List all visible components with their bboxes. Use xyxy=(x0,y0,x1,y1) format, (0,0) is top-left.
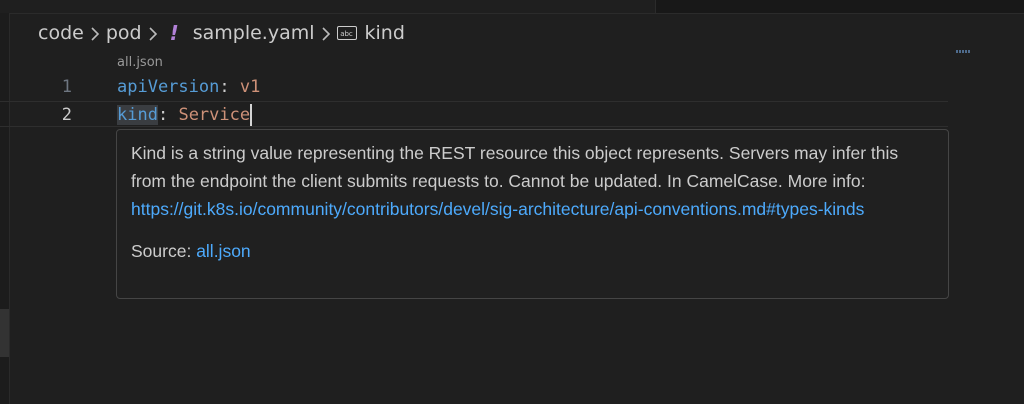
code-content[interactable]: kind: Service xyxy=(117,102,253,128)
chevron-right-icon xyxy=(317,23,335,44)
hover-source: Source: all.json xyxy=(131,237,934,265)
chevron-right-icon xyxy=(144,23,162,44)
code-line-current[interactable]: 2 kind: Service xyxy=(0,101,948,127)
string-symbol-icon: abc xyxy=(336,26,357,40)
yaml-key: apiVersion xyxy=(117,77,220,97)
tab-bar xyxy=(0,0,1024,14)
text-cursor xyxy=(250,104,253,126)
breadcrumb-file[interactable]: sample.yaml xyxy=(193,22,315,44)
editor-window: code pod ! sample.yaml abc kind all.json… xyxy=(0,0,1024,404)
hover-description: Kind is a string value representing the … xyxy=(131,143,899,191)
breadcrumb-folder-pod[interactable]: pod xyxy=(106,22,142,44)
hover-tooltip: Kind is a string value representing the … xyxy=(116,129,949,299)
code-content[interactable]: apiVersion: v1 xyxy=(117,74,260,100)
hover-description-block: Kind is a string value representing the … xyxy=(131,139,934,223)
chevron-right-icon xyxy=(86,23,104,44)
source-link[interactable]: all.json xyxy=(196,241,250,261)
yaml-file-icon: ! xyxy=(169,21,179,45)
line-number: 2 xyxy=(61,105,72,125)
yaml-colon: : xyxy=(219,77,230,97)
breadcrumb-folder-code[interactable]: code xyxy=(38,22,84,44)
codelens-schema-link[interactable]: all.json xyxy=(117,55,163,70)
active-tab-area[interactable] xyxy=(0,0,656,13)
yaml-colon: : xyxy=(157,105,169,125)
yaml-key-highlighted: kind xyxy=(117,105,158,125)
breadcrumb: code pod ! sample.yaml abc kind xyxy=(38,19,405,47)
breadcrumb-symbol[interactable]: kind xyxy=(365,22,405,44)
code-line[interactable]: 1 apiVersion: v1 xyxy=(0,74,948,100)
left-scrollbar[interactable] xyxy=(0,13,10,404)
yaml-value: v1 xyxy=(239,77,261,97)
source-label: Source: xyxy=(131,241,197,261)
docs-link[interactable]: https://git.k8s.io/community/contributor… xyxy=(131,199,864,219)
minimap[interactable] xyxy=(956,50,970,53)
yaml-value: Service xyxy=(178,105,251,125)
scrollbar-thumb[interactable] xyxy=(0,309,9,357)
line-number: 1 xyxy=(61,77,72,97)
